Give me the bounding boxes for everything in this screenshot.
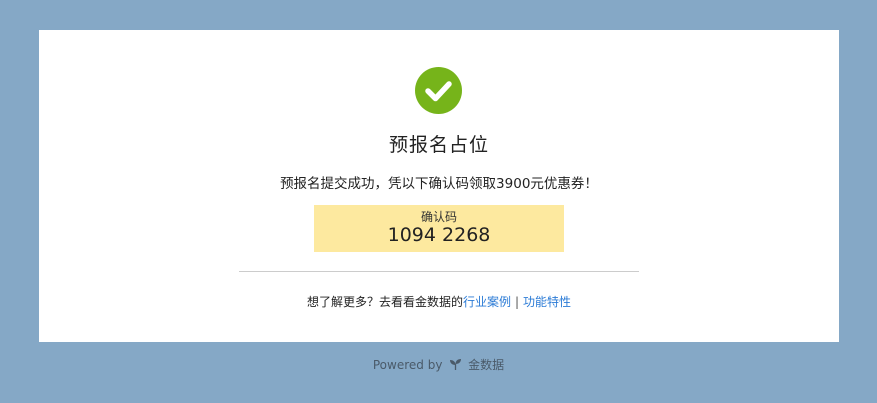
footer: Powered by 金数据	[0, 356, 877, 374]
powered-by-text: Powered by	[372, 358, 443, 372]
confirmation-code-label: 确认码	[420, 210, 457, 224]
divider	[239, 271, 639, 272]
jinshuju-leaf-icon	[449, 358, 462, 374]
brand-name[interactable]: 金数据	[468, 358, 504, 372]
check-circle-icon	[415, 67, 462, 114]
success-card: 预报名占位 预报名提交成功，凭以下确认码领取3900元优惠券！ 确认码 1094…	[39, 30, 839, 342]
learn-more-prompt: 想了解更多？去看看金数据的	[306, 295, 463, 309]
confirmation-code-box: 确认码 1094 2268	[314, 205, 564, 252]
success-message: 预报名提交成功，凭以下确认码领取3900元优惠券！	[280, 176, 598, 192]
industry-cases-link[interactable]: 行业案例	[463, 295, 511, 309]
features-link[interactable]: 功能特性	[523, 295, 571, 309]
link-separator: |	[514, 295, 520, 309]
page-title: 预报名占位	[388, 134, 489, 156]
confirmation-code-value: 1094 2268	[387, 224, 491, 246]
learn-more-line: 想了解更多？去看看金数据的行业案例 | 功能特性	[39, 293, 839, 310]
